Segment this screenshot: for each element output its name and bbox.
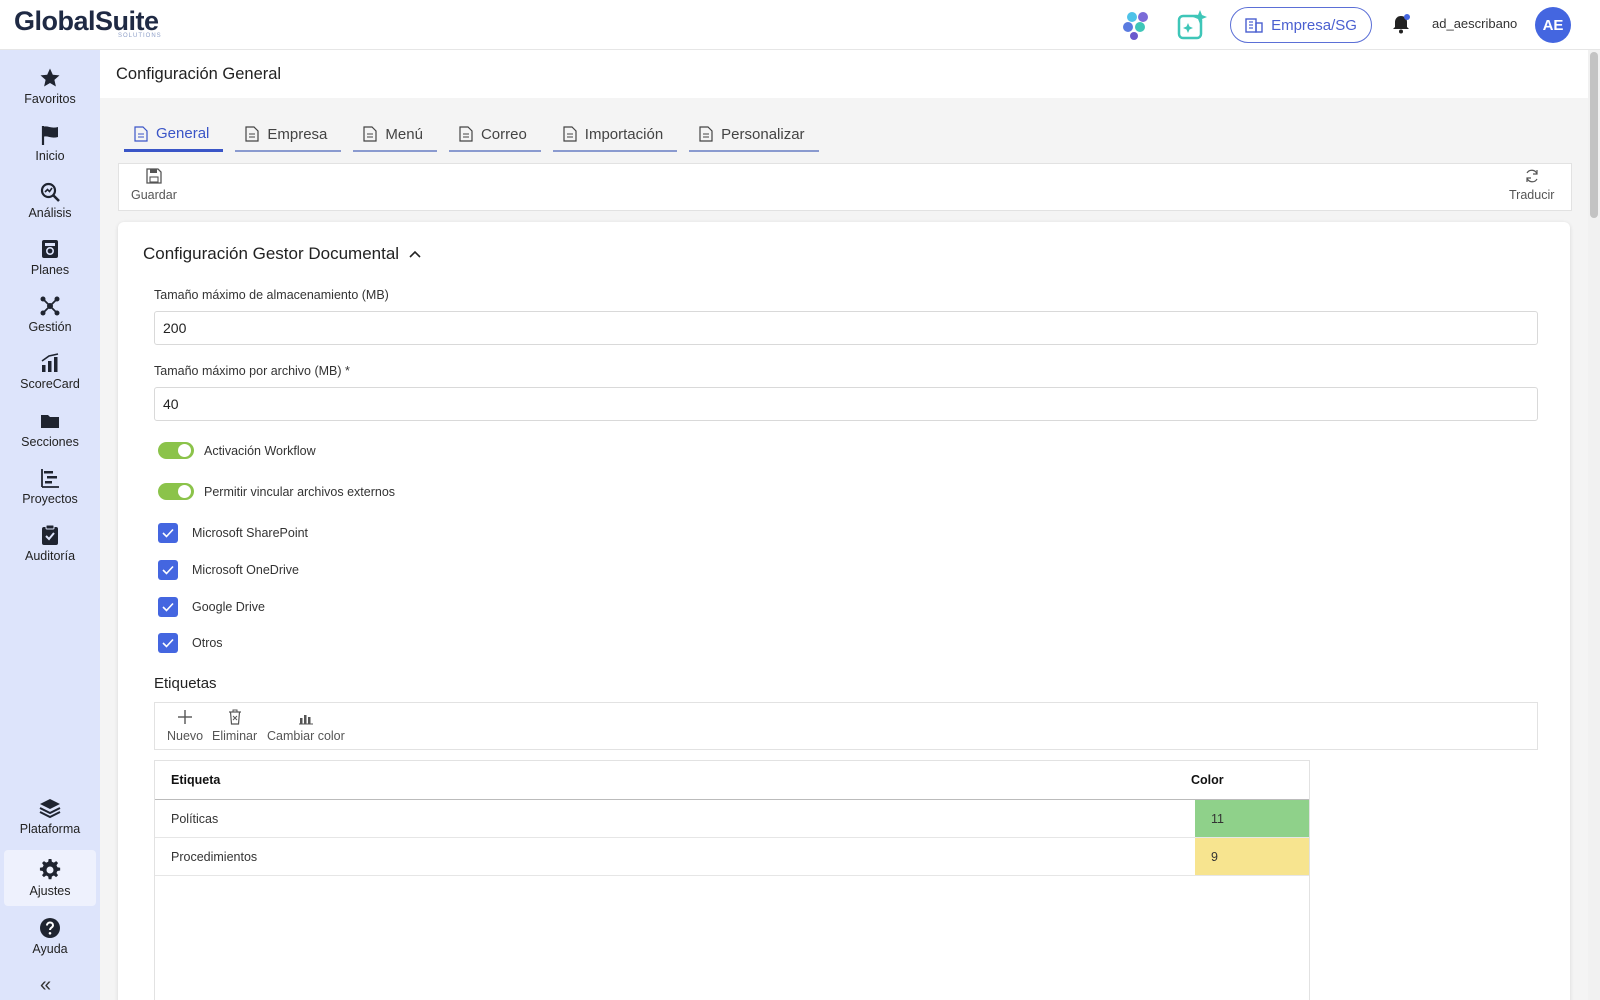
gantt-icon [41,468,59,488]
check-icon [162,638,174,648]
tab-menu[interactable]: Menú [353,118,437,152]
check-icon [162,602,174,612]
sidebar-collapse-icon[interactable]: « [40,974,51,997]
others-option: Otros [158,633,223,653]
document-manager-card: Configuración Gestor Documental Tamaño m… [118,222,1570,1000]
sidebar-item-ajustes[interactable]: Ajustes [4,850,96,906]
tab-personalizar[interactable]: Personalizar [689,118,819,152]
tab-importacion[interactable]: Importación [552,118,678,152]
sidebar-item-inicio[interactable]: Inicio [4,115,96,171]
onedrive-checkbox[interactable] [158,560,178,580]
page-scrollbar[interactable] [1588,50,1600,1000]
sharepoint-checkbox[interactable] [158,523,178,543]
page-header: Configuración General [100,50,1588,98]
column-header-color[interactable]: Color [1191,773,1224,787]
sidebar-item-auditoria[interactable]: Auditoría [4,515,96,571]
check-icon [162,565,174,575]
chevron-up-icon[interactable] [409,250,421,258]
plans-icon [42,239,58,258]
clipboard-check-icon [42,524,58,545]
flag-icon [41,125,58,145]
translate-button[interactable]: Traducir [1509,168,1554,202]
new-label-button[interactable]: Nuevo [167,709,203,743]
document-icon [134,125,148,142]
apps-hub-icon[interactable] [1120,8,1154,42]
scrollbar-thumb[interactable] [1590,52,1598,218]
building-icon [1245,18,1263,33]
company-label: Empresa/SG [1271,16,1357,34]
gear-icon [39,858,61,879]
tab-correo[interactable]: Correo [448,118,541,152]
table-row[interactable]: Procedimientos 9 [155,838,1309,876]
storage-label: Tamaño máximo de almacenamiento (MB) [154,288,389,302]
sidebar-item-scorecard[interactable]: ScoreCard [4,343,96,399]
analysis-icon [40,182,60,202]
company-selector-button[interactable]: Empresa/SG [1230,7,1372,43]
delete-label-button[interactable]: Eliminar [212,709,257,743]
username[interactable]: ad_aescribano [1432,16,1517,31]
tab-empresa[interactable]: Empresa [235,118,342,152]
column-header-etiqueta[interactable]: Etiqueta [171,773,220,787]
sidebar: Favoritos Inicio Análisis Planes Gestión… [0,50,100,1000]
bar-chart-icon [298,715,313,725]
cell-color: 9 [1195,838,1309,875]
file-size-label: Tamaño máximo por archivo (MB) * [154,364,350,378]
save-icon [146,168,162,184]
tab-general[interactable]: General [124,118,224,152]
ai-assistant-icon[interactable] [1175,8,1209,42]
document-icon [563,126,577,142]
change-color-button[interactable]: Cambiar color [267,709,345,743]
refresh-icon [1526,169,1538,183]
star-icon [40,68,60,86]
sidebar-item-secciones[interactable]: Secciones [4,401,96,457]
network-icon [40,296,60,315]
folder-icon [41,414,59,428]
document-icon [699,126,713,142]
save-button[interactable]: Guardar [131,168,177,202]
page-title: Configuración General [116,65,282,83]
cell-etiqueta: Políticas [171,812,219,826]
external-files-toggle[interactable] [158,483,194,500]
labels-title: Etiquetas [154,675,217,692]
sidebar-item-analisis[interactable]: Análisis [4,172,96,228]
workflow-toggle[interactable] [158,442,194,459]
section-header[interactable]: Configuración Gestor Documental [143,244,421,264]
onedrive-option: Microsoft OneDrive [158,560,299,580]
table-row[interactable]: Políticas 11 [155,800,1309,838]
cell-color: 11 [1195,800,1309,837]
sidebar-item-ayuda[interactable]: Ayuda [4,908,96,964]
notification-bell-icon[interactable] [1390,13,1412,35]
plus-icon [178,710,193,724]
sharepoint-option: Microsoft SharePoint [158,523,308,543]
tab-bar: General Empresa Menú Correo Importación … [124,118,819,152]
document-icon [363,126,378,142]
document-icon [245,126,259,142]
top-bar: GlobalSuite SOLUTIONS Empresa/SG ad_aesc… [0,0,1600,50]
sidebar-item-gestion[interactable]: Gestión [4,286,96,342]
main-toolbar: Guardar Traducir [118,163,1572,211]
external-files-switch-row: Permitir vincular archivos externos [158,483,395,500]
google-drive-option: Google Drive [158,597,265,617]
sidebar-item-plataforma[interactable]: Plataforma [4,788,96,844]
layers-icon [39,798,61,818]
labels-toolbar: Nuevo Eliminar Cambiar color [154,702,1538,750]
app-logo-subtitle: SOLUTIONS [118,33,162,39]
sidebar-item-planes[interactable]: Planes [4,229,96,285]
workflow-switch-row: Activación Workflow [158,442,316,459]
labels-table: Etiqueta Color Políticas 11 Procedimient… [154,760,1310,1000]
cell-etiqueta: Procedimientos [171,850,258,864]
document-icon [459,126,473,142]
check-icon [162,528,174,538]
table-header: Etiqueta Color [155,761,1309,800]
google-drive-checkbox[interactable] [158,597,178,617]
sidebar-item-favoritos[interactable]: Favoritos [4,58,96,114]
trash-icon [228,709,241,725]
sidebar-item-proyectos[interactable]: Proyectos [4,458,96,514]
file-size-input[interactable] [154,387,1538,421]
others-checkbox[interactable] [158,633,178,653]
avatar[interactable]: AE [1535,7,1571,43]
storage-input[interactable] [154,311,1538,345]
help-icon [40,917,60,938]
chart-icon [41,352,59,372]
